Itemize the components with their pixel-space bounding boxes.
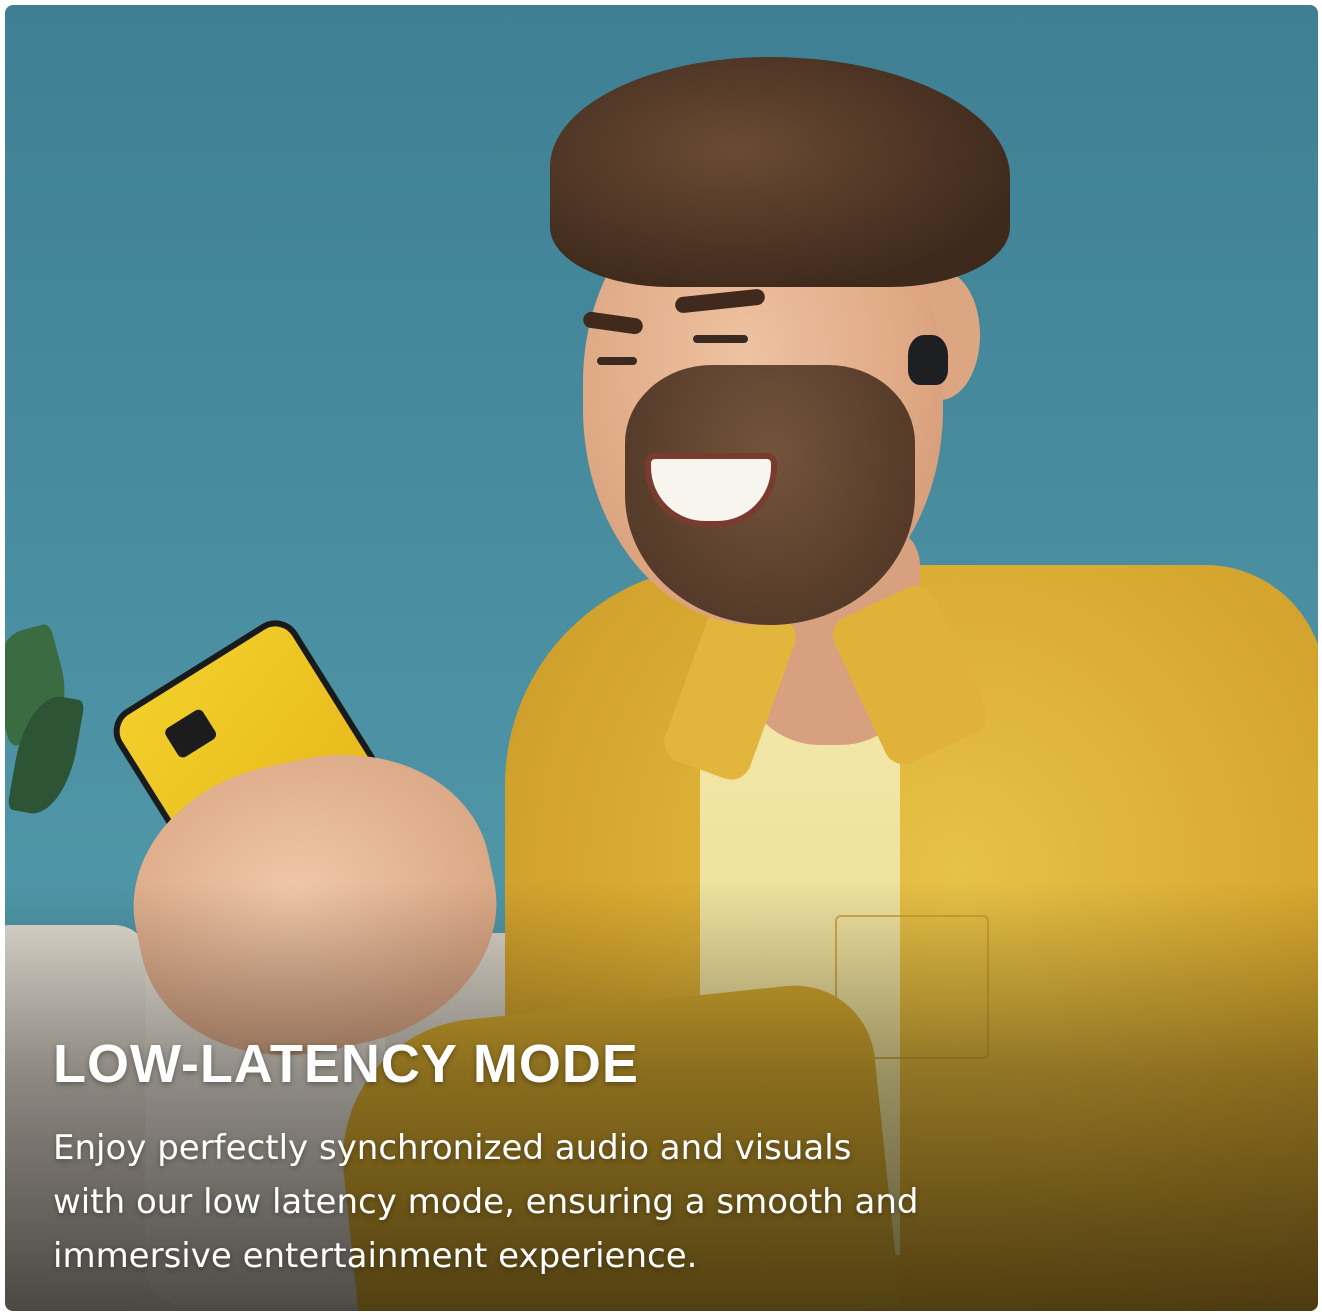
earbud-icon [908,335,948,385]
feature-banner: LOW-LATENCY MODE Enjoy perfectly synchro… [5,5,1318,1311]
feature-description: Enjoy perfectly synchronized audio and v… [53,1128,919,1276]
eye [597,357,637,365]
phone-camera [162,707,219,760]
eye [693,335,748,343]
hair [550,57,1010,287]
feature-title: LOW-LATENCY MODE [53,1034,639,1094]
